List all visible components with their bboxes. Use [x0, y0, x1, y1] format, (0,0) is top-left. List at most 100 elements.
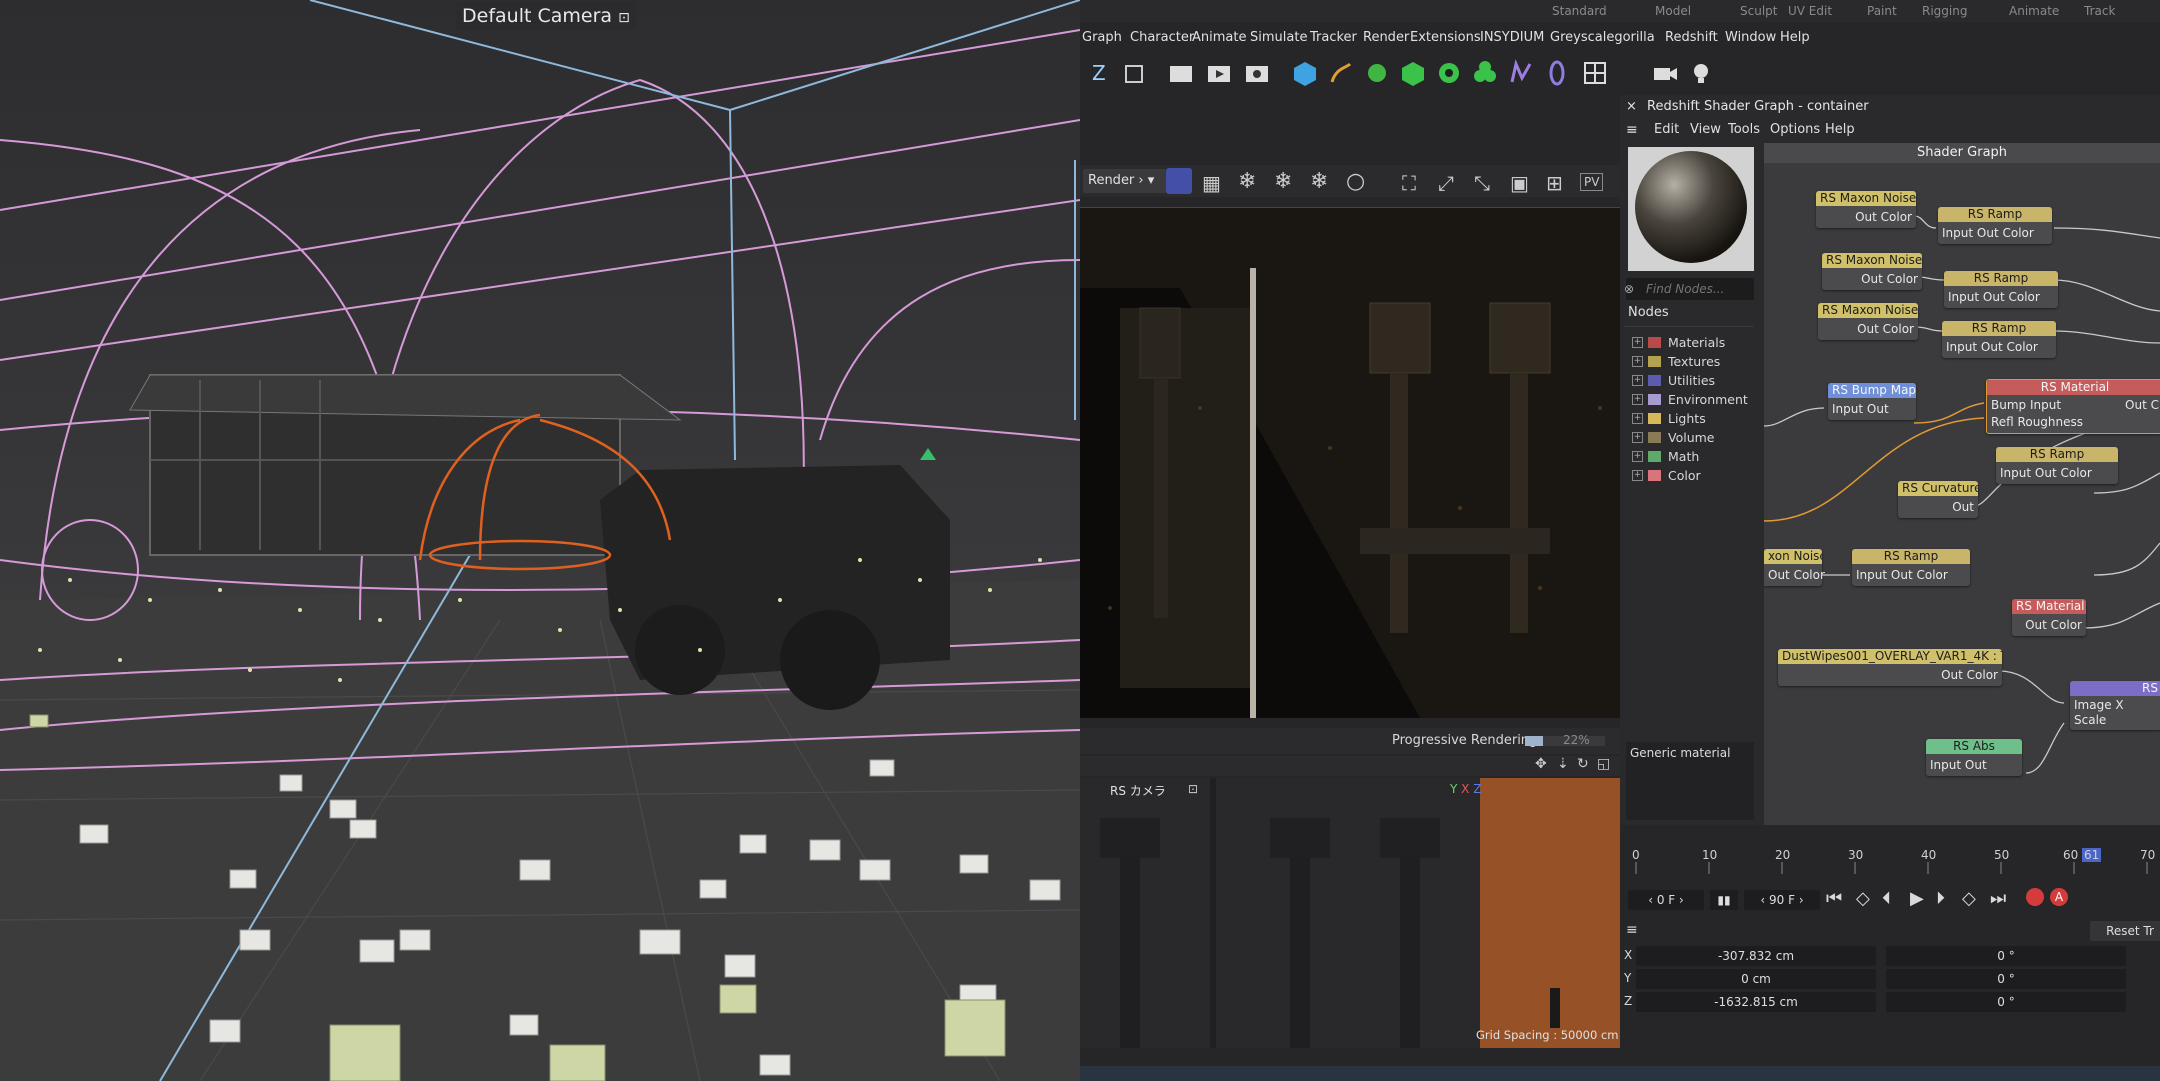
layout-animate[interactable]: Animate	[2009, 4, 2059, 18]
node-port-out[interactable]: Out Color	[1818, 318, 1918, 340]
sub-camera-lock-icon[interactable]: ⊡	[1188, 782, 1198, 796]
node-port-in[interactable]: Scale	[2074, 713, 2106, 727]
end-frame-field[interactable]: ‹ 90 F ›	[1744, 890, 1820, 910]
expand-icon[interactable]: +	[1632, 356, 1643, 367]
render-settings-icon[interactable]	[1242, 58, 1272, 88]
coords-menu-icon[interactable]: ≡	[1626, 922, 1638, 938]
range-slider[interactable]: ▮▮	[1710, 890, 1738, 910]
deformer-cube-icon[interactable]	[1398, 58, 1428, 88]
hamburger-icon[interactable]: ≡	[1626, 122, 1638, 138]
node-port-out[interactable]: Out Color	[1977, 226, 2034, 240]
camera-label[interactable]: Default Camera ⊡	[456, 2, 636, 30]
go-to-end-icon[interactable]: ⏭	[1990, 888, 2006, 909]
node-port-out[interactable]: Out	[1867, 402, 1889, 416]
layout-uv-edit[interactable]: UV Edit	[1788, 4, 1832, 18]
maximize-icon[interactable]: ◱	[1597, 756, 1610, 772]
position-x-field[interactable]: -307.832 cm	[1636, 946, 1876, 966]
node-port-in[interactable]: Input	[1948, 290, 1979, 304]
snowflake-alt-icon[interactable]: ❄	[1274, 169, 1292, 194]
node-port-out[interactable]: Out Color	[2012, 614, 2086, 636]
position-y-field[interactable]: 0 cm	[1636, 969, 1876, 989]
3d-viewport[interactable]: Default Camera ⊡	[0, 0, 1080, 1081]
menu-animate[interactable]: Animate	[1192, 30, 1246, 45]
circle-icon[interactable]: ○	[1346, 169, 1365, 194]
next-key-icon[interactable]: ◇	[1962, 888, 1976, 909]
node-port-out[interactable]: Out C	[2125, 397, 2159, 414]
clear-search-icon[interactable]: ⊗	[1624, 278, 1634, 300]
playhead[interactable]: 61	[2082, 848, 2102, 862]
pv-icon[interactable]: PV	[1580, 173, 1604, 191]
menu-greyscalegorilla[interactable]: Greyscalegorilla	[1550, 30, 1655, 45]
node-maxon-noise-4[interactable]: xon Noise Out Color	[1764, 549, 1825, 586]
node-ramp-1[interactable]: RS Ramp Input Out Color	[1938, 207, 2052, 244]
node-port-out[interactable]: Out	[1965, 758, 1987, 772]
menu-character[interactable]: Character	[1130, 30, 1194, 45]
autokey-icon[interactable]: A	[2050, 888, 2068, 906]
menu-render[interactable]: Render	[1363, 30, 1409, 45]
node-port-out[interactable]: Out Color	[1816, 206, 1916, 228]
sg-menu-help[interactable]: Help	[1825, 122, 1855, 137]
node-graph-canvas[interactable]: Shader Graph RS Maxon Noise Out Color RS…	[1764, 143, 2160, 825]
category-volume[interactable]: + Volume	[1624, 428, 1754, 447]
add-snapshot-icon[interactable]: ⊞	[1546, 171, 1563, 195]
node-port-out[interactable]: Out	[1898, 496, 1978, 518]
expand-icon[interactable]: +	[1632, 375, 1643, 386]
category-math[interactable]: + Math	[1624, 447, 1754, 466]
region-icon[interactable]: ⛶	[1402, 171, 1416, 195]
position-z-field[interactable]: -1632.815 cm	[1636, 992, 1876, 1012]
category-utilities[interactable]: + Utilities	[1624, 371, 1754, 390]
node-maxon-noise-2[interactable]: RS Maxon Noise Out Color	[1822, 253, 1922, 290]
expand-icon[interactable]: +	[1632, 451, 1643, 462]
camera-lock-icon[interactable]: ⊡	[618, 10, 630, 26]
generator-icon[interactable]	[1362, 58, 1392, 88]
lock-icon[interactable]	[1166, 168, 1192, 194]
sg-menu-tools[interactable]: Tools	[1728, 122, 1760, 137]
category-color[interactable]: + Color	[1624, 466, 1754, 485]
layout-sculpt[interactable]: Sculpt	[1740, 4, 1777, 18]
deformer-icon[interactable]	[1506, 58, 1536, 88]
node-port-in[interactable]: Input	[1832, 402, 1863, 416]
expand-icon[interactable]: +	[1632, 413, 1643, 424]
go-to-start-icon[interactable]: ⏮	[1826, 888, 1842, 909]
node-ramp-2[interactable]: RS Ramp Input Out Color	[1944, 271, 2058, 308]
node-ramp-3[interactable]: RS Ramp Input Out Color	[1942, 321, 2056, 358]
category-lights[interactable]: + Lights	[1624, 409, 1754, 428]
sub-viewport[interactable]: RS カメラ ⊡ Y X Z Grid Spacing : 50000 cm	[1080, 778, 1620, 1048]
menu-redshift[interactable]: Redshift	[1665, 30, 1718, 45]
current-frame-field[interactable]: ‹ 0 F ›	[1628, 890, 1704, 910]
coordinate-system-icon[interactable]	[1120, 58, 1150, 88]
node-texture[interactable]: DustWipes001_OVERLAY_VAR1_4K : Texture O…	[1778, 649, 2002, 686]
gear-green-icon[interactable]	[1434, 58, 1464, 88]
node-port-out[interactable]: Out Color	[2035, 466, 2092, 480]
layout-model[interactable]: Model	[1655, 4, 1691, 18]
snowflake-third-icon[interactable]: ❄	[1310, 169, 1328, 194]
node-port-out[interactable]: Out Color	[1778, 664, 2002, 686]
sg-menu-view[interactable]: View	[1690, 122, 1721, 137]
grid-floor-icon[interactable]	[1580, 58, 1610, 88]
rotate-icon[interactable]: ↻	[1577, 756, 1589, 772]
find-nodes-field[interactable]: ⊗	[1624, 278, 1754, 300]
camera-icon[interactable]	[1650, 58, 1680, 88]
expand-icon[interactable]: +	[1632, 432, 1643, 443]
expand-icon[interactable]: ⤢	[1438, 171, 1454, 195]
record-icon[interactable]	[2026, 888, 2044, 906]
layout-paint[interactable]: Paint	[1867, 4, 1897, 18]
step-back-icon[interactable]: ⏴	[1882, 888, 1891, 909]
node-bump-map[interactable]: RS Bump Map Input Out	[1828, 383, 1916, 420]
node-ramp-4[interactable]: RS Ramp Input Out Color	[1996, 447, 2118, 484]
category-environment[interactable]: + Environment	[1624, 390, 1754, 409]
layout-track[interactable]: Track	[2084, 4, 2115, 18]
node-maxon-noise-1[interactable]: RS Maxon Noise Out Color	[1816, 191, 1916, 228]
menu-tracker[interactable]: Tracker	[1310, 30, 1357, 45]
rotation-z-field[interactable]: 0 °	[1886, 992, 2126, 1012]
node-port-out[interactable]: Out Color	[1983, 290, 2040, 304]
node-curvature[interactable]: RS Curvature Out	[1898, 481, 1978, 518]
node-port-out[interactable]: Out Color	[1981, 340, 2038, 354]
z-axis-icon[interactable]: Z	[1086, 58, 1116, 88]
node-port-out[interactable]: Out Color	[1891, 568, 1948, 582]
play-icon[interactable]: ▶	[1910, 888, 1924, 909]
find-nodes-input[interactable]	[1644, 280, 1752, 298]
node-abs[interactable]: RS Abs Input Out	[1926, 739, 2022, 776]
pen-spline-icon[interactable]	[1326, 58, 1356, 88]
step-forward-icon[interactable]: ⏵	[1936, 888, 1945, 909]
